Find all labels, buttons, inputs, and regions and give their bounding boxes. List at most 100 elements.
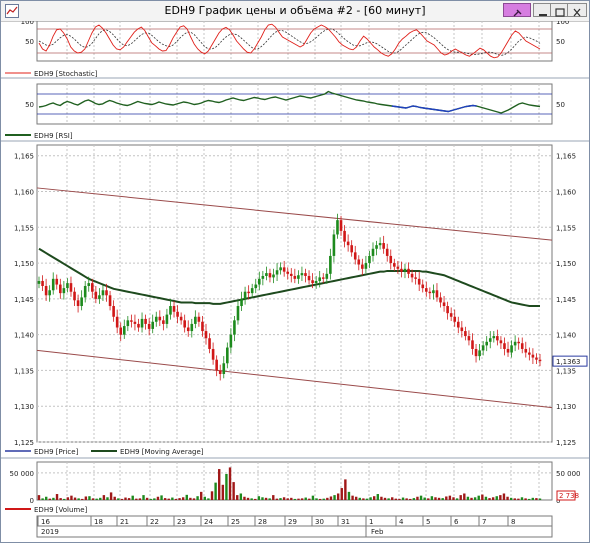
stochastic-pane[interactable]: 100 100 50 50 EDH9 [Stochastic] <box>1 21 589 79</box>
candle <box>449 313 453 317</box>
candle <box>375 245 378 249</box>
chart-window: EDH9 График цены и объёма #2 - [60 минут… <box>0 0 590 543</box>
volume-bar <box>473 497 477 500</box>
last-price-label: 1,1363 <box>556 358 581 366</box>
rsi-pane[interactable]: 50 50 EDH9 [RSI] <box>1 83 589 142</box>
window-title: EDH9 График цены и объёма #2 - [60 минут… <box>164 4 426 17</box>
day-tick-label: 28 <box>258 518 267 526</box>
candle <box>137 323 140 328</box>
volume-bar <box>181 497 185 500</box>
candle <box>321 277 325 279</box>
rsi-legend: EDH9 [RSI] <box>34 132 73 140</box>
volume-bar <box>455 498 459 500</box>
candle <box>297 275 300 279</box>
candle <box>528 352 531 355</box>
volume-bar <box>109 492 113 500</box>
volume-bar <box>286 498 289 500</box>
candle <box>371 248 375 256</box>
candle <box>240 298 243 307</box>
candle <box>172 306 176 312</box>
volume-pane[interactable]: 50 000 50 0000 0 2 738 EDH9 [Volume] <box>5 461 581 514</box>
volume-bar <box>430 496 434 500</box>
candle <box>48 290 51 296</box>
candle <box>467 336 471 341</box>
candle <box>382 243 385 249</box>
volume-bar <box>149 498 152 500</box>
candle <box>485 341 489 346</box>
volume-bar <box>243 496 246 500</box>
volume-bar <box>459 495 462 500</box>
volume-bar <box>41 498 44 500</box>
candle <box>343 230 346 242</box>
candle <box>211 348 215 360</box>
candle <box>488 338 492 342</box>
candle <box>115 316 119 328</box>
volume-bar <box>524 498 527 500</box>
candle <box>506 348 510 353</box>
volume-bar <box>91 498 95 500</box>
last-volume-label: 2 738 <box>559 492 579 500</box>
volume-bar <box>391 497 394 500</box>
y-tick-label-left: 1,155 <box>14 224 34 232</box>
candle <box>147 323 151 329</box>
candle <box>368 255 371 264</box>
y-tick-label-left: 1,125 <box>14 439 34 447</box>
candle <box>336 220 339 235</box>
volume-bar <box>394 498 398 500</box>
close-button[interactable] <box>567 3 587 17</box>
volume-bar <box>189 497 192 500</box>
y-tick-label-right: 1,130 <box>556 403 576 411</box>
candle <box>446 306 449 314</box>
day-tick-label: 21 <box>120 518 129 526</box>
volume-bar <box>412 498 416 500</box>
candle <box>499 340 503 344</box>
candle <box>250 288 254 294</box>
volume-bar <box>77 498 80 500</box>
title-bar[interactable]: EDH9 График цены и объёма #2 - [60 минут… <box>1 1 589 22</box>
volume-bar <box>466 496 470 500</box>
price-pane[interactable]: 1,165 1,165 1,160 1,160 1,155 1,155 1,150 1,150… <box>1 144 589 459</box>
y-tick-label-right: 50 <box>556 38 565 46</box>
candle <box>357 259 361 265</box>
chart-area[interactable]: 100 10050 50 EDH9 [Stochastic] 50 50 EDH9 [… <box>1 21 589 542</box>
candle <box>407 268 410 274</box>
volume-bar <box>318 498 322 500</box>
candle <box>535 357 538 360</box>
volume-bar <box>322 498 325 500</box>
candle <box>130 320 133 322</box>
candle <box>460 327 464 332</box>
candle <box>439 297 442 303</box>
candle <box>510 345 513 353</box>
pin-icon[interactable] <box>503 3 531 17</box>
volume-bar <box>344 479 347 500</box>
volume-bar <box>218 469 221 500</box>
day-tick-label: 8 <box>511 518 515 526</box>
volume-plot-frame <box>36 461 553 501</box>
volume-bar <box>297 498 300 500</box>
y-tick-label-left: 1,135 <box>14 367 34 375</box>
volume-bar <box>423 497 426 500</box>
volume-bar <box>535 498 538 500</box>
volume-bar <box>138 498 142 500</box>
volume-legend: EDH9 [Volume] <box>34 506 88 514</box>
volume-bar <box>452 497 455 500</box>
candle <box>204 331 208 339</box>
volume-bar <box>463 493 466 500</box>
candle <box>44 285 48 296</box>
volume-bar <box>156 496 160 500</box>
volume-bar <box>37 495 41 500</box>
candle <box>179 316 183 321</box>
candle <box>108 295 112 307</box>
volume-bar <box>135 498 138 500</box>
volume-bar <box>84 496 88 500</box>
candle <box>314 280 318 284</box>
candle <box>481 345 485 351</box>
volume-bar <box>520 497 524 500</box>
volume-bar <box>326 497 329 500</box>
price-legend: EDH9 [Price] <box>34 448 79 456</box>
candle <box>364 263 368 269</box>
candle <box>307 275 311 281</box>
volume-bar <box>232 482 235 500</box>
time-axis[interactable]: 16 18 21 22 23 24 25 28 29 30 31 1 4 5 6 7 8 2019 Feb <box>36 515 553 538</box>
volume-bar <box>409 498 412 500</box>
